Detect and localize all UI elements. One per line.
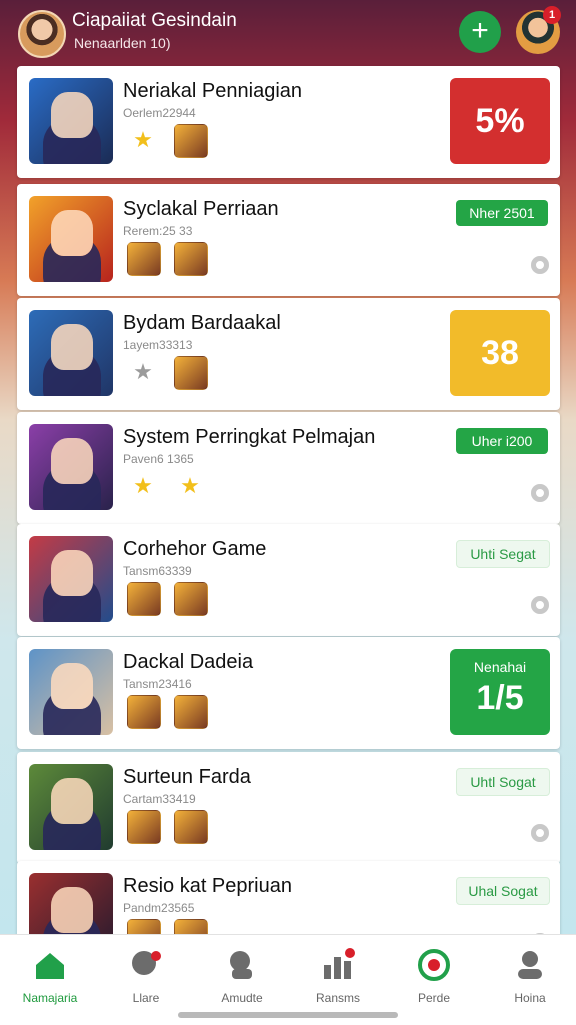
score-label: Nenahai [473,659,527,675]
game-thumbnail [29,764,113,850]
star-icon: ★ [133,359,153,384]
game-thumbnail-icon [174,810,208,844]
nav-label: Namajaria [22,991,78,1005]
nav-label: Amudte [221,991,263,1005]
list-item[interactable]: System Perringkat Pelmajan Paven6 1365 ★ ★ U… [17,412,560,524]
list-item[interactable]: Dackal Dadeia Tansm23416 Nenahai 1/5 [17,637,560,749]
list-item[interactable]: Neriakal Penniagian Oerlem22944 ★ 5% [17,66,560,178]
nav-item-ransms[interactable]: Ransms [290,947,386,1005]
status-pill[interactable]: Uhtl Sogat [456,768,550,796]
bar-chart-icon [320,947,356,983]
page-title: Ciapaiiat Gesindain [72,10,237,31]
profile-bubble-icon [224,947,260,983]
home-indicator [178,1012,398,1018]
game-thumbnail-icon [174,582,208,616]
score-value: 38 [481,334,519,372]
game-thumbnail-icon [174,695,208,729]
item-meta: Tansm63339 [123,564,192,578]
game-thumbnail [29,196,113,282]
nav-label: Ransms [315,991,360,1005]
item-title: Syclakal Perriaan [123,198,279,220]
chat-icon [128,947,164,983]
star-icon: ★ [133,127,153,152]
star-icon: ★ [133,473,153,498]
item-meta: Paven6 1365 [123,452,194,466]
radio-icon[interactable] [531,256,549,274]
item-meta: Rerem:25 33 [123,224,193,238]
item-meta: Oerlem22944 [123,106,196,120]
score-value: 1/5 [476,679,524,717]
item-title: Corhehor Game [123,538,267,560]
item-title: System Perringkat Pelmajan [123,426,376,448]
list-item[interactable]: Bydam Bardaakal 1ayem33313 ★ 38 [17,298,560,410]
game-thumbnail-icon [127,695,161,729]
list-item[interactable]: Surteun Farda Cartam33419 Uhtl Sogat [17,752,560,864]
list-item[interactable]: Corhehor Game Tansm63339 Uhti Segat [17,524,560,636]
item-title: Dackal Dadeia [123,651,254,673]
score-tile[interactable]: Nenahai 1/5 [450,649,550,735]
item-meta: Tansm23416 [123,677,192,691]
nav-label: Llare [132,991,160,1005]
score-value: 5% [475,102,525,140]
list-item[interactable]: Syclakal Perriaan Rerem:25 33 Nher 2501 [17,184,560,296]
radio-icon[interactable] [531,824,549,842]
game-thumbnail-icon [174,124,208,158]
item-meta: Cartam33419 [123,792,196,806]
score-tile[interactable]: 5% [450,78,550,164]
nav-item-namajaria[interactable]: Namajaria [2,947,98,1005]
game-thumbnail-icon [127,242,161,276]
page-subtitle: Nenaarlden 10) [74,35,171,51]
status-pill[interactable]: Uher i200 [456,428,548,454]
top-header: Ciapaiiat Gesindain Nenaarlden 10) + 1 [0,0,576,64]
user-avatar[interactable] [18,10,66,58]
item-title: Resio kat Pepriuan [123,875,292,897]
game-thumbnail [29,310,113,396]
star-icon: ★ [180,473,200,498]
game-thumbnail [29,649,113,735]
plus-icon: + [471,14,489,47]
score-tile[interactable]: 38 [450,310,550,396]
game-thumbnail-icon [127,810,161,844]
game-thumbnail-icon [174,242,208,276]
radio-icon[interactable] [531,484,549,502]
nav-item-perde[interactable]: Perde [386,947,482,1005]
game-thumbnail-icon [127,582,161,616]
add-button[interactable]: + [459,11,501,53]
item-meta: 1ayem33313 [123,338,193,352]
nav-item-llare[interactable]: Llare [98,947,194,1005]
status-pill[interactable]: Nher 2501 [456,200,548,226]
game-thumbnail-icon [174,356,208,390]
user-icon [512,947,548,983]
nav-label: Perde [417,991,451,1005]
item-title: Surteun Farda [123,766,251,788]
radio-icon[interactable] [531,596,549,614]
game-thumbnail [29,536,113,622]
game-thumbnail [29,78,113,164]
home-icon [32,947,68,983]
item-title: Neriakal Penniagian [123,80,303,102]
status-pill[interactable]: Uhal Sogat [456,877,550,905]
notification-badge: 1 [543,6,561,24]
nav-item-amudte[interactable]: Amudte [194,947,290,1005]
game-thumbnail [29,424,113,510]
item-title: Bydam Bardaakal [123,312,281,334]
item-meta: Pandm23565 [123,901,195,915]
nav-item-hoina[interactable]: Hoina [482,947,576,1005]
nav-label: Hoina [514,991,546,1005]
target-icon [416,947,452,983]
status-pill[interactable]: Uhti Segat [456,540,550,568]
